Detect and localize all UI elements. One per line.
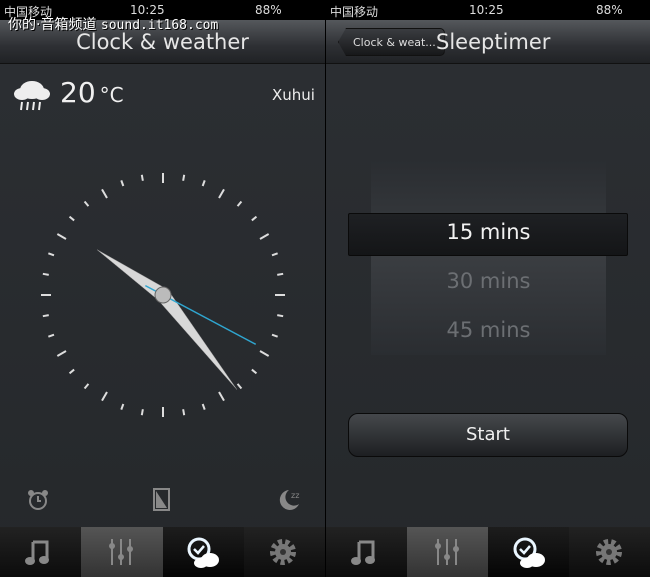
clock-tick bbox=[120, 403, 125, 410]
clock-tick bbox=[56, 233, 67, 240]
cloud-rain-icon bbox=[12, 78, 52, 116]
clock-tick bbox=[218, 188, 225, 199]
start-button[interactable]: Start bbox=[348, 413, 628, 457]
clock-tick bbox=[140, 409, 144, 416]
clock-tick bbox=[48, 252, 55, 257]
picker-option[interactable]: 15 mins bbox=[371, 220, 606, 244]
clock-tick bbox=[83, 200, 90, 207]
tab-music-note[interactable] bbox=[326, 527, 407, 577]
moon-sleep-icon[interactable]: zz bbox=[277, 486, 303, 516]
clock-tick bbox=[101, 391, 108, 402]
tab-clock-weather[interactable] bbox=[162, 527, 244, 577]
music-note-icon bbox=[350, 540, 375, 565]
clock-tick bbox=[182, 409, 186, 416]
clock-tick bbox=[68, 368, 75, 375]
clock-tick bbox=[236, 200, 243, 207]
temperature: 20 °C bbox=[60, 76, 124, 109]
status-bar: 中国移动 10:25 88% bbox=[326, 0, 650, 20]
svg-text:zz: zz bbox=[291, 491, 299, 500]
clock-tick bbox=[218, 391, 225, 402]
clock-tick bbox=[42, 272, 49, 276]
clock-tick bbox=[271, 252, 278, 257]
clock-tick bbox=[259, 233, 270, 240]
signal-carrier: 中国移动 bbox=[330, 5, 379, 19]
clock-tick bbox=[56, 350, 67, 357]
tab-bar bbox=[0, 527, 325, 577]
clock-tick bbox=[277, 314, 284, 318]
nav-bar: Clock & weat... Sleeptimer bbox=[326, 20, 650, 64]
clock-weather-icon bbox=[513, 537, 545, 568]
tab-gear[interactable] bbox=[243, 527, 325, 577]
gear-icon bbox=[595, 539, 622, 565]
clock-center-pin bbox=[154, 286, 172, 304]
clock-tick bbox=[259, 350, 270, 357]
equalizer-icon bbox=[434, 539, 459, 565]
clock-tick bbox=[277, 272, 284, 276]
tab-equalizer[interactable] bbox=[407, 527, 488, 577]
analog-clock bbox=[41, 173, 285, 417]
picker-option[interactable]: 30 mins bbox=[371, 269, 606, 293]
clock-tick bbox=[201, 403, 206, 410]
gear-icon bbox=[270, 539, 297, 565]
clock-tick bbox=[42, 314, 49, 318]
tab-equalizer[interactable] bbox=[81, 527, 163, 577]
clock-tick bbox=[236, 383, 243, 390]
clock-tick bbox=[271, 333, 278, 338]
page-title: Sleeptimer bbox=[436, 30, 551, 54]
clock-weather-screen: 中国移动 10:25 88% Clock & weather 20 °C Xuhu… bbox=[0, 0, 325, 577]
clock-tick bbox=[182, 174, 186, 181]
clock-tick bbox=[140, 174, 144, 181]
clock-tick bbox=[251, 368, 258, 375]
clock-tick bbox=[120, 180, 125, 187]
clock-tick bbox=[83, 383, 90, 390]
status-time: 10:25 bbox=[469, 3, 504, 17]
clock-tick bbox=[101, 188, 108, 199]
picker-option[interactable]: 45 mins bbox=[371, 318, 606, 342]
watermark: 你的·音箱频道 sound.it168.com bbox=[8, 17, 219, 33]
screen-brightness-icon[interactable] bbox=[153, 488, 171, 516]
clock-tick bbox=[68, 215, 75, 222]
tab-bar bbox=[326, 527, 650, 577]
back-button[interactable]: Clock & weat... bbox=[338, 28, 445, 56]
music-note-icon bbox=[24, 540, 49, 565]
clock-tick bbox=[251, 215, 258, 222]
clock-tick bbox=[48, 333, 55, 338]
minute-hand bbox=[157, 290, 238, 390]
location-label: Xuhui bbox=[272, 86, 315, 104]
battery-percent: 88% bbox=[255, 3, 282, 17]
clock-tick bbox=[201, 180, 206, 187]
sleeptimer-screen: 中国移动 10:25 88% Clock & weat... Sleeptime… bbox=[325, 0, 650, 577]
alarm-clock-icon[interactable] bbox=[26, 488, 50, 516]
tab-clock-weather[interactable] bbox=[488, 527, 569, 577]
tab-gear[interactable] bbox=[569, 527, 650, 577]
battery-percent: 88% bbox=[596, 3, 623, 17]
equalizer-icon bbox=[108, 539, 133, 565]
clock-weather-icon bbox=[187, 537, 220, 568]
tab-music-note[interactable] bbox=[0, 527, 82, 577]
